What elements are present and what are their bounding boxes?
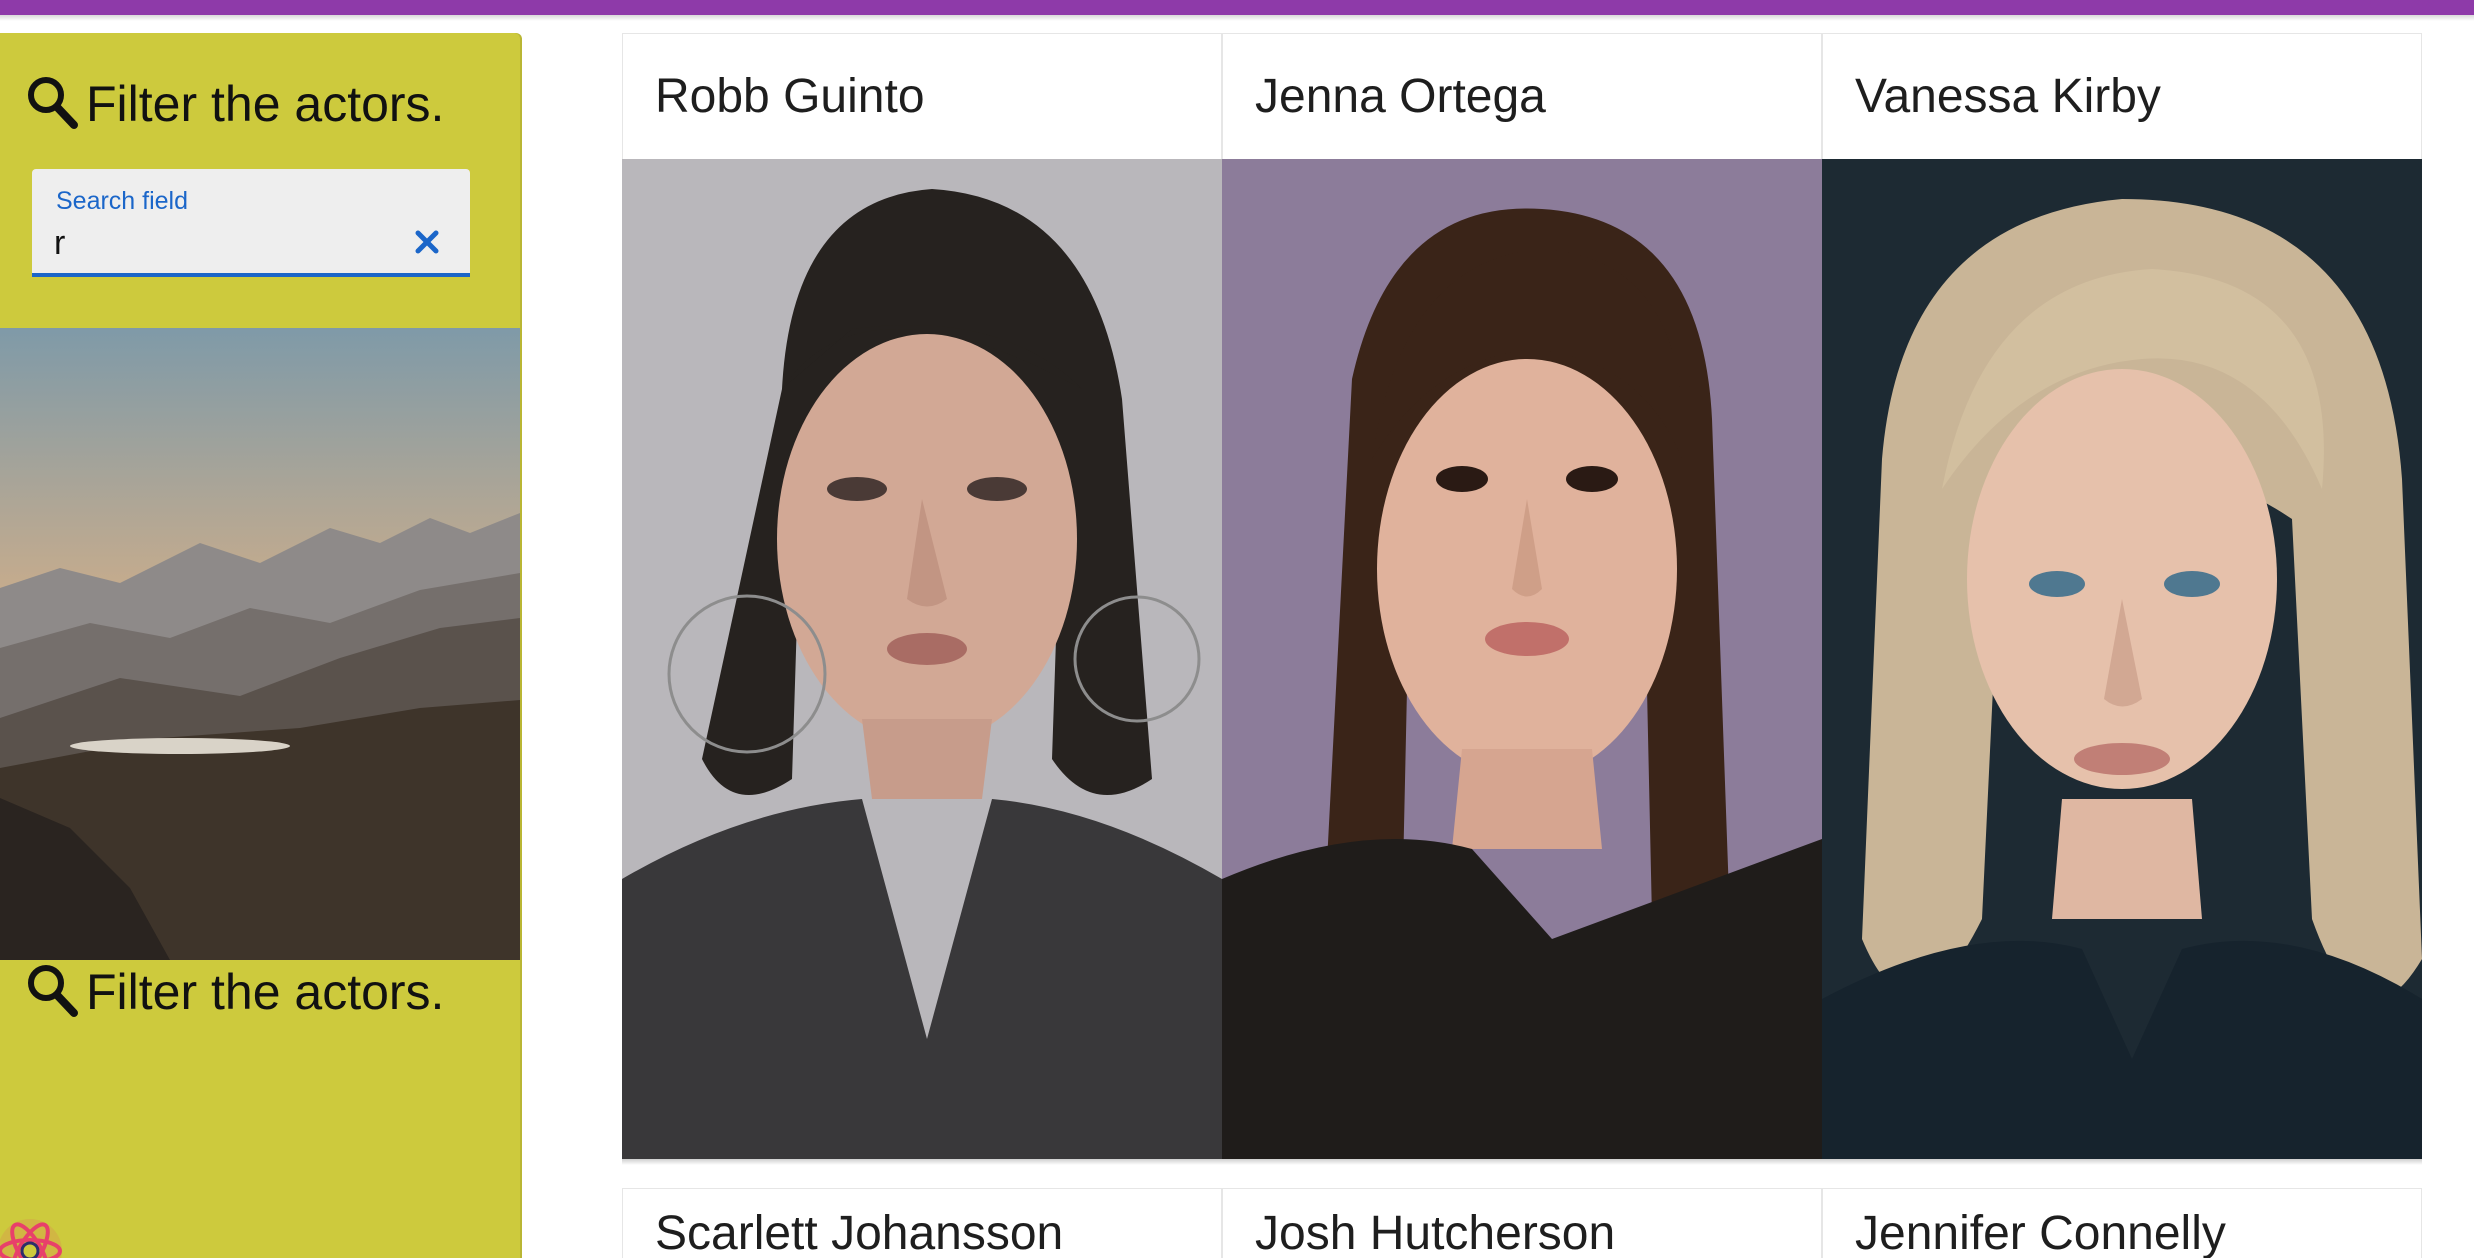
- filter-heading-text: Filter the actors.: [86, 76, 445, 132]
- search-icon: [28, 965, 78, 1017]
- top-bar-shadow: [0, 15, 2474, 21]
- card-shadow: [1822, 1159, 2422, 1165]
- search-field[interactable]: Search field: [32, 169, 470, 277]
- card-shadow: [622, 1159, 1222, 1165]
- filter-heading-text: Filter the actors.: [86, 964, 445, 1020]
- actor-photo[interactable]: [1822, 159, 2422, 1159]
- close-icon[interactable]: [412, 227, 442, 257]
- actor-card-title[interactable]: Robb Guinto: [622, 33, 1222, 159]
- search-field-label: Search field: [56, 187, 189, 215]
- search-icon: [28, 77, 78, 129]
- filter-heading-secondary: Filter the actors.: [24, 961, 444, 1021]
- card-shadow: [1222, 1159, 1822, 1165]
- actor-card-title[interactable]: Scarlett Johansson: [622, 1188, 1222, 1258]
- actor-photo[interactable]: [1222, 159, 1822, 1159]
- landscape-image: [0, 328, 520, 960]
- actor-card-title[interactable]: Jennifer Connelly: [1822, 1188, 2422, 1258]
- sidebar: Filter the actors. Search field r Filter…: [0, 33, 520, 1258]
- actor-card-title[interactable]: Josh Hutcherson: [1222, 1188, 1822, 1258]
- react-atom-icon[interactable]: [0, 1213, 72, 1258]
- actor-photo[interactable]: [622, 159, 1222, 1159]
- actor-card-title[interactable]: Jenna Ortega: [1222, 33, 1822, 159]
- search-input[interactable]: [54, 221, 394, 265]
- top-accent-bar: [0, 0, 2474, 15]
- filter-heading: Filter the actors.: [24, 73, 444, 133]
- actor-card-title[interactable]: Vanessa Kirby: [1822, 33, 2422, 159]
